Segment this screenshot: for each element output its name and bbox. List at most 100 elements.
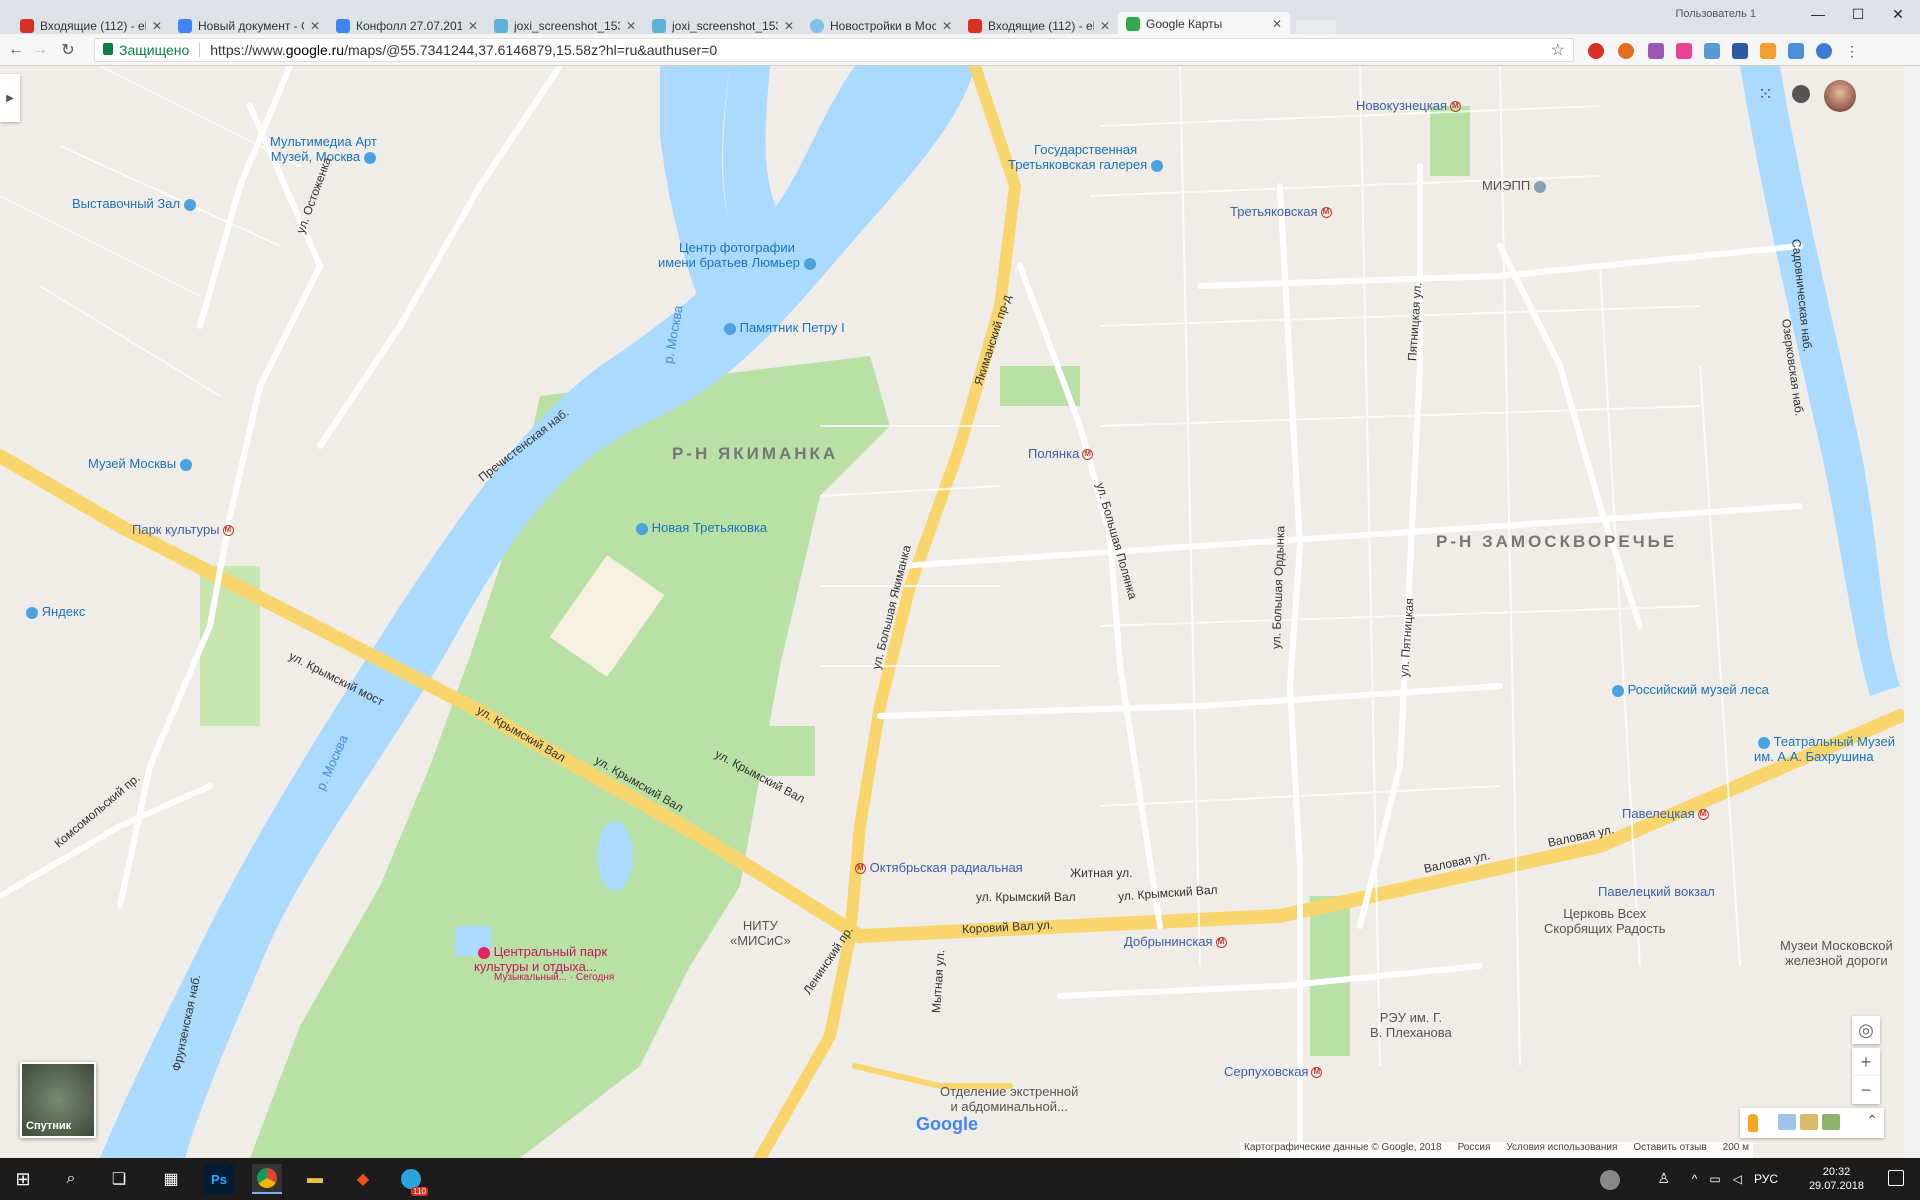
back-icon[interactable]: ←: [6, 40, 26, 60]
extension-icon[interactable]: [1760, 43, 1776, 59]
poi-label[interactable]: Отделение экстренной и абдоминальной...: [940, 1084, 1078, 1114]
system-clock[interactable]: 20:32 29.07.2018: [1809, 1165, 1864, 1193]
close-icon[interactable]: ✕: [942, 19, 952, 33]
menu-icon[interactable]: ⋮: [1844, 43, 1860, 59]
profile-name[interactable]: Пользователь 1: [1675, 8, 1756, 20]
task-view-icon[interactable]: ❏: [104, 1164, 134, 1194]
action-center-icon[interactable]: [1888, 1170, 1904, 1186]
extension-icon[interactable]: [1816, 43, 1832, 59]
poi-label[interactable]: Центральный парк культуры и отдыха...: [474, 944, 607, 974]
metro-station[interactable]: Серпуховская: [1224, 1064, 1323, 1079]
poi-label[interactable]: Центр фотографии имени братьев Люмьер: [658, 240, 816, 270]
poi-label[interactable]: Новая Третьяковка: [632, 520, 767, 535]
layer-thumbnail[interactable]: [1822, 1114, 1840, 1130]
photoshop-icon[interactable]: Ps: [204, 1164, 234, 1194]
country-link[interactable]: Россия: [1458, 1142, 1491, 1158]
layer-thumbnail[interactable]: [1778, 1114, 1796, 1130]
metro-station[interactable]: Добрынинская: [1124, 934, 1227, 949]
close-icon[interactable]: ✕: [626, 19, 636, 33]
poi-label[interactable]: МИЭПП: [1482, 178, 1547, 193]
close-icon[interactable]: ✕: [784, 19, 794, 33]
extension-icon[interactable]: [1618, 43, 1634, 59]
close-icon[interactable]: ✕: [152, 19, 162, 33]
extension-icon[interactable]: [1788, 43, 1804, 59]
network-icon[interactable]: ▭: [1709, 1172, 1720, 1186]
avatar[interactable]: [1824, 80, 1856, 112]
address-bar[interactable]: Защищено https://www.google.ru/maps/@55.…: [94, 38, 1574, 62]
poi-label[interactable]: Государственная Третьяковская галерея: [1008, 142, 1164, 172]
poi-label[interactable]: Выставочный Зал: [72, 196, 197, 211]
metro-station[interactable]: Новокузнецкая: [1356, 98, 1461, 113]
clock-date: 29.07.2018: [1808, 1180, 1864, 1192]
adblock-icon[interactable]: [1588, 43, 1604, 59]
poi-label[interactable]: Музей Москвы: [88, 456, 193, 471]
railway-station[interactable]: Павелецкий вокзал: [1598, 884, 1715, 899]
map-attribution: Картографические данные © Google, 2018: [1244, 1142, 1442, 1153]
reload-icon[interactable]: ↻: [58, 40, 78, 60]
poi-label[interactable]: Яндекс: [22, 604, 85, 619]
close-icon[interactable]: ✕: [468, 19, 478, 33]
satellite-toggle[interactable]: Спутник: [20, 1062, 96, 1138]
poi-label[interactable]: Театральный Музей им. А.А. Бахрушина: [1754, 734, 1895, 764]
metro-station[interactable]: Павелецкая: [1622, 806, 1709, 821]
people-icon[interactable]: ♙: [1657, 1170, 1670, 1187]
zoom-in-button[interactable]: +: [1852, 1048, 1880, 1076]
windows-start-icon[interactable]: ⊞: [8, 1164, 38, 1194]
apps-grid-icon[interactable]: ⁙: [1758, 84, 1778, 104]
metro-station[interactable]: Октябрьская радиальная: [852, 860, 1023, 875]
close-window-button[interactable]: ✕: [1878, 2, 1918, 26]
telegram-icon[interactable]: 110: [396, 1164, 428, 1196]
close-icon[interactable]: ✕: [1100, 19, 1110, 33]
side-panel-toggle[interactable]: ▶: [0, 74, 20, 122]
layer-thumbnail[interactable]: [1800, 1114, 1818, 1130]
chevron-up-icon[interactable]: ⌃: [1866, 1112, 1878, 1129]
browser-tab[interactable]: joxi_screenshot_1532694✕: [644, 16, 802, 36]
news-icon[interactable]: [1732, 43, 1748, 59]
search-icon[interactable]: ⌕: [56, 1164, 86, 1194]
pegman-icon[interactable]: [1748, 1114, 1758, 1132]
scale-label[interactable]: 200 м: [1723, 1142, 1749, 1158]
google-maps-icon: [1126, 17, 1140, 31]
chrome-icon[interactable]: [252, 1164, 282, 1194]
url-text[interactable]: https://www.google.ru/maps/@55.7341244,3…: [210, 42, 717, 58]
close-icon[interactable]: ✕: [310, 19, 320, 33]
volume-icon[interactable]: ◁: [1733, 1172, 1742, 1186]
input-language[interactable]: РУС: [1754, 1172, 1778, 1186]
forward-icon[interactable]: →: [30, 40, 50, 60]
terms-link[interactable]: Условия использования: [1506, 1142, 1617, 1158]
browser-tab[interactable]: Новостройки в Москве✕: [802, 16, 960, 36]
browser-tab[interactable]: Конфолл 27.07.2018 - G✕: [328, 16, 486, 36]
browser-tab-active[interactable]: Google Карты ✕: [1118, 12, 1290, 36]
map-canvas[interactable]: ▶ Р-Н ЯКИМАНКА Р-Н ЗАМОСКВОРЕЧЬЕ Мультим…: [0, 66, 1920, 1158]
figma-icon[interactable]: ◆: [348, 1164, 378, 1194]
chevron-up-icon[interactable]: ^: [1692, 1172, 1698, 1186]
window-scrollbar[interactable]: [1904, 66, 1920, 1158]
browser-tab[interactable]: Входящие (112) - ek@cr✕: [12, 16, 170, 36]
extension-icon[interactable]: [1676, 43, 1692, 59]
tray-app-icon[interactable]: [1600, 1170, 1620, 1190]
my-location-icon[interactable]: ◎: [1852, 1016, 1880, 1044]
poi-label[interactable]: НИТУ «МИСиС»: [730, 918, 791, 948]
feedback-link[interactable]: Оставить отзыв: [1633, 1142, 1706, 1158]
poi-label[interactable]: Памятник Петру I: [720, 320, 845, 335]
poi-label[interactable]: РЭУ им. Г. В. Плеханова: [1370, 1010, 1452, 1040]
metro-station[interactable]: Полянка: [1028, 446, 1094, 461]
close-icon[interactable]: ✕: [1272, 17, 1282, 31]
extension-icon[interactable]: [1704, 43, 1720, 59]
browser-tab[interactable]: Новый документ - Goo✕: [170, 16, 328, 36]
poi-label[interactable]: Российский музей леса: [1608, 682, 1769, 697]
extension-icon[interactable]: [1648, 43, 1664, 59]
browser-tab[interactable]: Входящие (112) - ek@cr✕: [960, 16, 1118, 36]
metro-station[interactable]: Третьяковская: [1230, 204, 1332, 219]
metro-station[interactable]: Парк культуры: [132, 522, 234, 537]
browser-tab[interactable]: joxi_screenshot_1532694✕: [486, 16, 644, 36]
poi-label[interactable]: Церковь Всех Скорбящих Радость: [1544, 906, 1665, 936]
zoom-out-button[interactable]: −: [1852, 1076, 1880, 1104]
notifications-icon[interactable]: [1792, 85, 1810, 103]
minimize-button[interactable]: —: [1798, 2, 1838, 26]
star-icon[interactable]: ☆: [1551, 40, 1565, 60]
folder-icon[interactable]: ▬: [300, 1164, 330, 1194]
calculator-icon[interactable]: ▦: [156, 1164, 186, 1194]
poi-label[interactable]: Музеи Московской железной дороги: [1780, 938, 1893, 968]
maximize-button[interactable]: ☐: [1838, 2, 1878, 26]
